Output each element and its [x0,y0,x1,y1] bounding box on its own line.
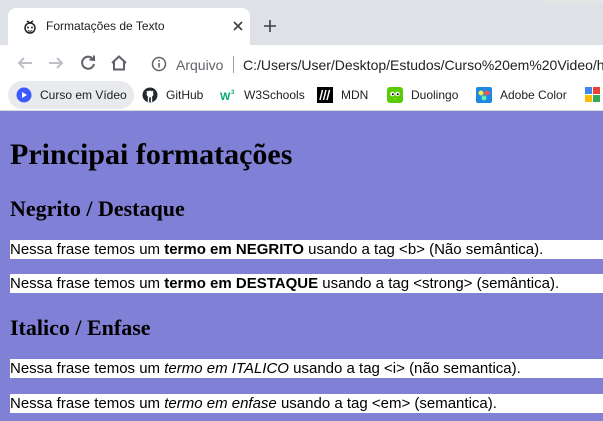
tab-title: Formatações de Texto [46,19,165,33]
new-tab-icon[interactable] [262,18,278,34]
bold-term: termo em NEGRITO [164,241,304,258]
address-bar[interactable]: Arquivo C:/Users/User/Desktop/Estudos/Cu… [139,50,603,78]
mdn-icon [317,87,333,103]
bookmark-duolingo[interactable]: Duolingo [387,81,458,109]
bookmarks-bar: Curso em Vídeo GitHub W 3 W3Schools MDN [0,81,603,111]
paragraph-italico: Nessa frase temos um termo em ITALICO us… [10,359,603,378]
page-favicon-icon [24,20,36,34]
reload-icon[interactable] [79,54,97,72]
forward-arrow-icon[interactable] [47,54,65,72]
w3schools-icon: W 3 [220,90,235,103]
section-heading-italico: Italico / Enfase [10,315,151,340]
omnibox-divider [233,56,234,73]
home-icon[interactable] [110,54,128,72]
adobe-color-icon [476,87,492,103]
emphasis-term: termo em enfase [164,395,277,412]
bookmark-label: Curso em Vídeo [40,88,127,102]
browser-tab[interactable]: Formatações de Texto [8,8,250,45]
svg-text:W: W [220,91,231,103]
close-icon[interactable] [230,18,246,34]
tab-strip: Formatações de Texto [0,0,603,45]
svg-text:3: 3 [231,90,235,96]
bookmark-github[interactable]: GitHub [142,81,203,109]
section-heading-negrito: Negrito / Destaque [10,196,185,221]
strong-term: termo em DESTAQUE [164,275,319,292]
bookmark-label: W3Schools [244,88,305,102]
extra-bookmark-icon[interactable] [585,87,601,103]
bookmark-curso-em-video[interactable]: Curso em Vídeo [8,81,134,109]
paragraph-negrito: Nessa frase temos um termo em NEGRITO us… [10,240,603,259]
info-icon[interactable] [151,56,167,72]
window-caption-edge [543,0,603,3]
site-label: Arquivo [176,57,224,73]
bookmark-adobe-color[interactable]: Adobe Color [476,81,567,109]
duolingo-icon [387,87,403,103]
url-text[interactable]: C:/Users/User/Desktop/Estudos/Curso%20em… [243,57,603,73]
youtube-icon [16,87,32,103]
back-arrow-icon[interactable] [16,54,34,72]
bookmark-label: Adobe Color [500,88,567,102]
page-content: Principai formatações Negrito / Destaque… [0,111,603,421]
bookmark-label: MDN [341,88,369,102]
paragraph-enfase: Nessa frase temos um termo em enfase usa… [10,394,603,413]
bookmark-w3schools[interactable]: W 3 W3Schools [220,81,305,109]
bookmark-label: Duolingo [411,88,459,102]
bookmark-mdn[interactable]: MDN [317,81,368,109]
github-icon [142,87,158,103]
bookmark-label: GitHub [166,88,204,102]
italic-term: termo em ITALICO [164,360,289,377]
paragraph-destaque: Nessa frase temos um termo em DESTAQUE u… [10,274,603,293]
page-title: Principai formatações [10,138,293,171]
browser-toolbar: Arquivo C:/Users/User/Desktop/Estudos/Cu… [0,45,603,81]
